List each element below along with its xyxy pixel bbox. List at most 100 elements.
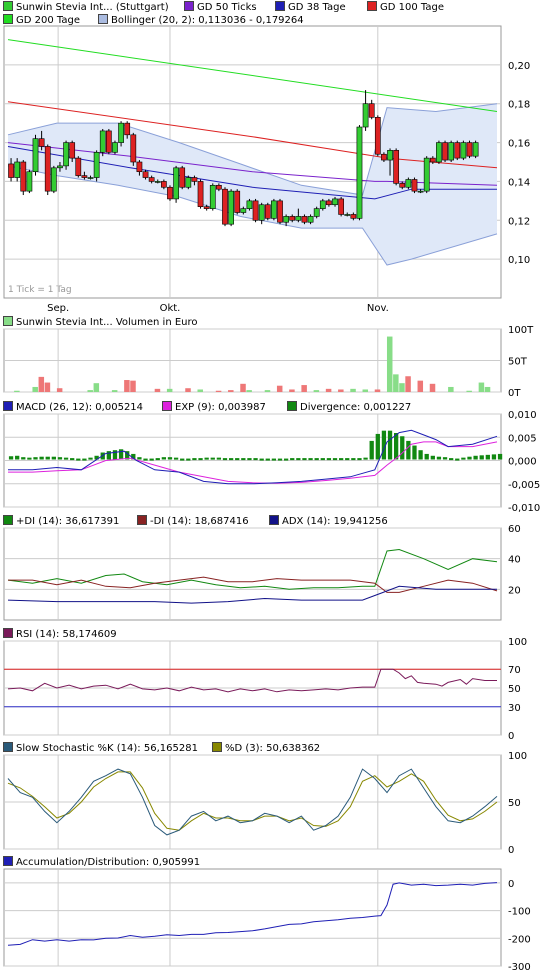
candle-body <box>185 177 192 188</box>
candle-body <box>393 150 400 184</box>
divergence-bar <box>265 458 270 461</box>
volume-bar <box>185 388 191 392</box>
candle-body <box>142 171 149 178</box>
candle-body <box>179 167 186 188</box>
volume-y-tick-label: 50T <box>508 357 528 368</box>
volume-bar <box>56 388 63 392</box>
macd-y-tick-label: 0,010 <box>508 410 537 421</box>
candle-body <box>454 142 461 159</box>
candle-body <box>50 167 57 192</box>
candle-body <box>240 208 247 213</box>
price-y-tick-label: 0,16 <box>508 139 530 150</box>
macd-line <box>8 429 498 485</box>
divergence-bar <box>338 458 344 461</box>
candle-body <box>44 146 51 192</box>
candle-body <box>442 142 448 161</box>
candle-body <box>405 179 412 188</box>
volume-bar <box>417 380 424 392</box>
volume-bar <box>166 388 173 392</box>
volume-bar <box>393 374 399 392</box>
volume-bar <box>124 380 130 392</box>
divergence-bar <box>314 458 319 461</box>
divergence-bar <box>88 457 93 460</box>
dmi-y-tick-label: 60 <box>508 524 521 535</box>
candle-body <box>87 177 94 179</box>
divergence-bar <box>51 456 56 460</box>
volume-bar <box>246 390 252 392</box>
candle-body <box>173 167 179 200</box>
volume-bar <box>362 389 369 392</box>
macd-y-tick-label: 0,000 <box>508 457 537 468</box>
divergence-bar <box>449 458 454 461</box>
panel-frame-ad <box>3 868 502 967</box>
candle-body <box>191 177 198 182</box>
rsi-y-tick-label: 50 <box>508 684 521 695</box>
volume-bar <box>240 383 246 392</box>
divergence-bar <box>216 457 222 460</box>
volume-bar <box>405 376 411 392</box>
candle-body <box>381 153 387 161</box>
candle-body <box>99 130 106 153</box>
volume-bar <box>38 376 45 392</box>
x-tick-label: Sep. <box>47 303 69 314</box>
divergence-bar <box>57 457 63 460</box>
candle-body <box>136 161 143 173</box>
volume-bar <box>32 386 38 392</box>
divergence-bar <box>461 457 466 460</box>
divergence-bar <box>204 457 209 460</box>
divergence-bar <box>161 457 167 460</box>
divergence-bar <box>442 457 448 460</box>
candle-body <box>197 181 204 207</box>
candle-body <box>472 142 479 157</box>
volume-y-tick-label: 0T <box>508 388 521 399</box>
divergence-bar <box>186 458 191 461</box>
candle-body <box>258 204 265 221</box>
divergence-bar <box>485 454 490 460</box>
plus-di-line <box>7 548 498 590</box>
divergence-bar <box>497 453 503 460</box>
volume-bar <box>130 380 136 392</box>
divergence-bar <box>271 458 277 461</box>
divergence-bar <box>387 430 393 460</box>
volume-bar <box>466 390 472 392</box>
divergence-bar <box>33 457 38 460</box>
candle-body <box>154 181 161 183</box>
candle-body <box>148 177 155 182</box>
volume-bar <box>276 385 283 392</box>
candle-body <box>161 181 167 188</box>
divergence-bar <box>424 453 429 460</box>
ad-y-tick-label: -300 <box>508 962 531 971</box>
candle-body <box>466 142 473 157</box>
price-y-tick-label: 0,10 <box>508 255 530 266</box>
candle-body <box>277 200 283 223</box>
divergence-bar <box>430 455 435 460</box>
candle-body <box>32 138 39 173</box>
rsi-y-tick-label: 0 <box>508 731 514 742</box>
volume-bar <box>350 388 356 392</box>
divergence-bar <box>357 458 362 461</box>
divergence-bar <box>326 458 332 461</box>
divergence-bar <box>479 455 484 460</box>
adx-line <box>7 585 497 604</box>
volume-bar <box>154 388 161 392</box>
candle-body <box>362 103 369 128</box>
divergence-bar <box>118 449 124 460</box>
divergence-bar <box>253 458 258 461</box>
candle-body <box>448 142 455 161</box>
stoch-d-line <box>7 771 498 831</box>
divergence-bar <box>375 433 380 460</box>
price-y-tick-label: 0,14 <box>508 177 530 188</box>
candle-body <box>387 150 393 161</box>
volume-y-tick-label: 100T <box>508 325 534 336</box>
volume-bar <box>313 390 320 392</box>
divergence-bar <box>290 458 295 461</box>
divergence-bar <box>436 456 442 460</box>
volume-bar <box>87 390 93 392</box>
divergence-bar <box>259 458 264 461</box>
divergence-bar <box>106 451 111 460</box>
divergence-bar <box>228 458 234 461</box>
candle-body <box>399 183 406 188</box>
candle-body <box>167 186 173 200</box>
divergence-bar <box>70 458 75 461</box>
candle-body <box>26 171 33 192</box>
